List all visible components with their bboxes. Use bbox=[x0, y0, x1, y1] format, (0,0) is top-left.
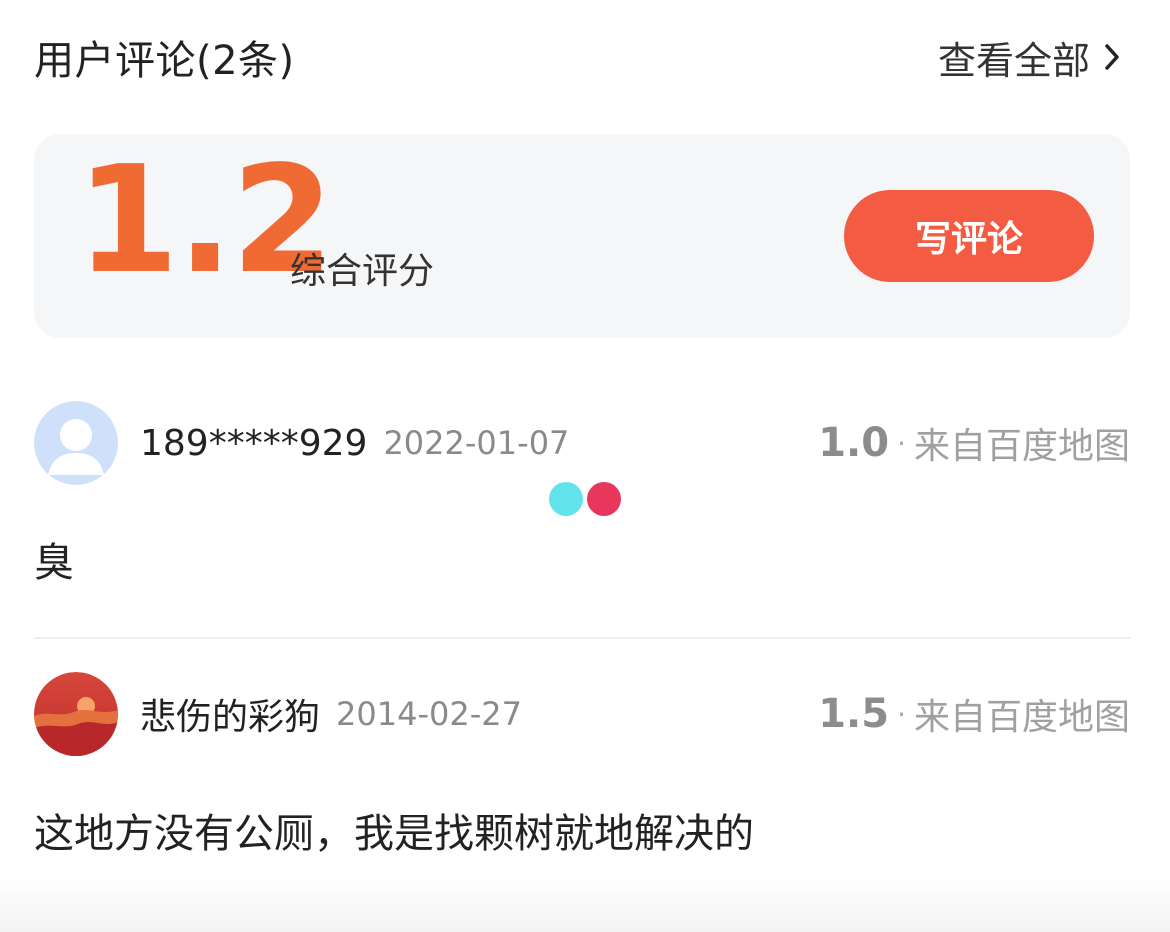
review-author[interactable]: 189*****929 bbox=[140, 423, 367, 464]
review-date: 2022-01-07 bbox=[383, 424, 570, 462]
loading-indicator bbox=[549, 482, 621, 516]
default-avatar-icon[interactable] bbox=[34, 401, 118, 485]
chevron-right-icon bbox=[1104, 43, 1120, 71]
review-author[interactable]: 悲伤的彩狗 bbox=[140, 688, 320, 740]
loader-dot-pink bbox=[587, 482, 621, 516]
sunset-avatar-icon[interactable] bbox=[34, 672, 118, 756]
view-all-link[interactable]: 查看全部 bbox=[938, 30, 1120, 85]
review-header: 悲伤的彩狗 2014-02-27 1.5 · 来自百度地图 bbox=[34, 671, 1130, 757]
review-date: 2014-02-27 bbox=[336, 695, 522, 733]
review-text: 这地方没有公厕，我是找颗树就地解决的 bbox=[34, 811, 754, 857]
review-header: 189*****929 2022-01-07 1.0 · 来自百度地图 bbox=[34, 400, 1130, 486]
separator-dot: · bbox=[897, 426, 906, 460]
review-item: 悲伤的彩狗 2014-02-27 1.5 · 来自百度地图 这地方没有公厕，我是… bbox=[34, 671, 1130, 859]
loader-dot-cyan bbox=[549, 482, 583, 516]
review-score: 1.5 bbox=[818, 691, 890, 737]
rating-summary-card: 1.2 综合评分 写评论 bbox=[34, 134, 1130, 338]
bottom-fade bbox=[0, 872, 1170, 932]
reviews-header: 用户评论(2条) 查看全部 bbox=[34, 22, 1120, 92]
review-meta: 1.0 · 来自百度地图 bbox=[818, 417, 1130, 469]
write-review-button[interactable]: 写评论 bbox=[844, 190, 1094, 282]
review-text: 臭 bbox=[34, 540, 74, 586]
review-source: 来自百度地图 bbox=[913, 697, 1130, 738]
review-divider bbox=[34, 637, 1130, 639]
review-source: 来自百度地图 bbox=[913, 426, 1130, 467]
review-score: 1.0 bbox=[818, 420, 890, 466]
review-meta: 1.5 · 来自百度地图 bbox=[818, 688, 1130, 740]
view-all-label: 查看全部 bbox=[937, 38, 1090, 83]
reviews-title: 用户评论(2条) bbox=[34, 38, 295, 84]
separator-dot: · bbox=[897, 697, 906, 731]
overall-score-label: 综合评分 bbox=[290, 251, 435, 292]
